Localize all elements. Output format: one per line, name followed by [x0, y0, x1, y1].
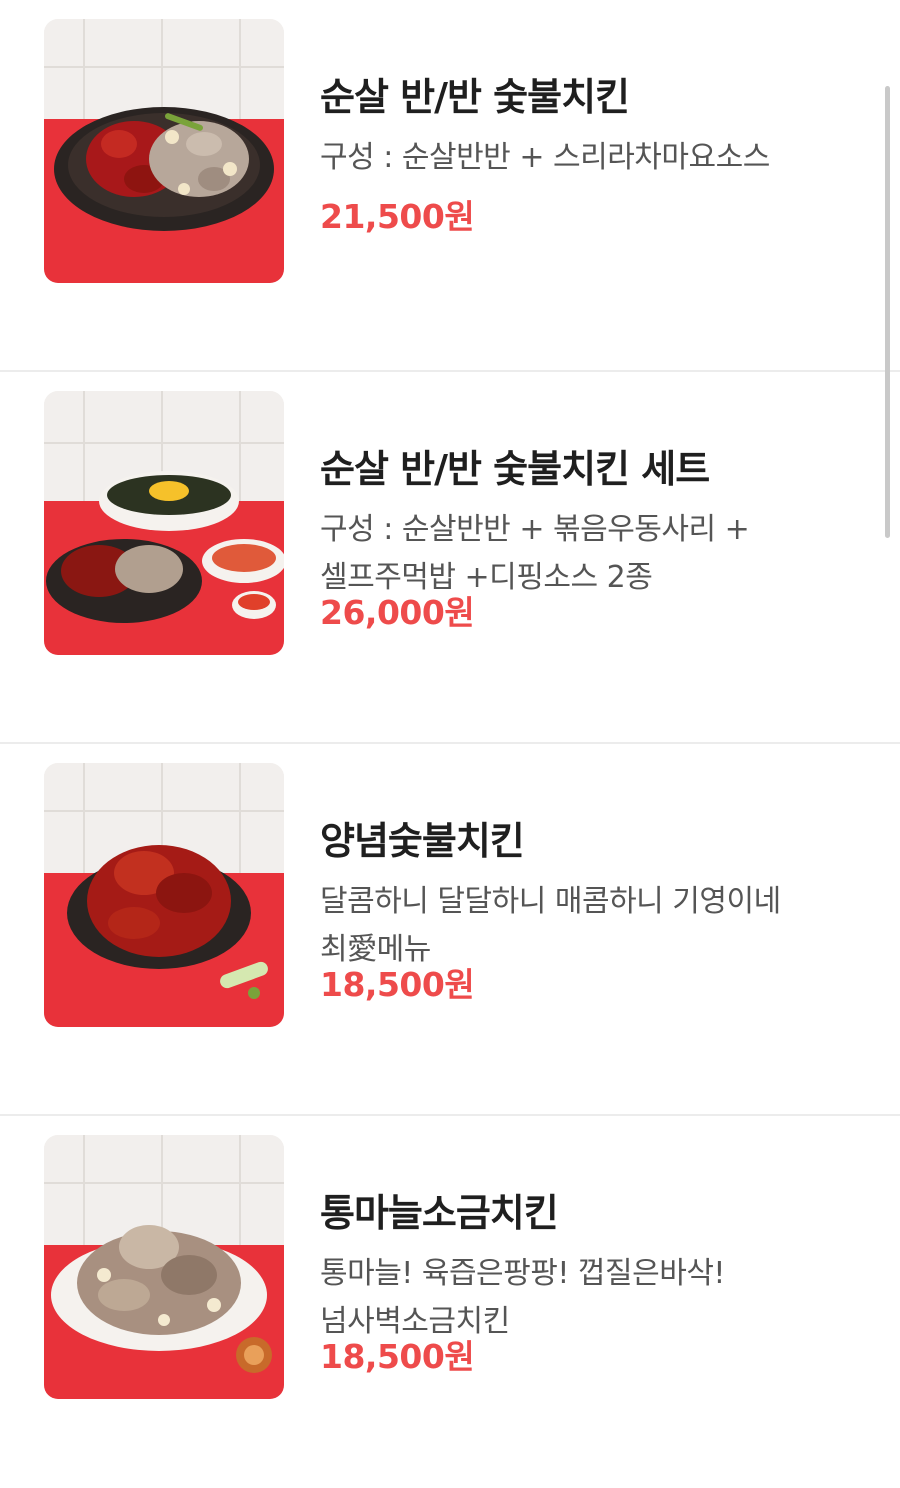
food-photo-garlic-salt-chicken	[44, 1135, 284, 1399]
scrollbar[interactable]	[885, 86, 890, 538]
food-photo-half-half-set	[44, 391, 284, 655]
food-photo-seasoned-chicken	[44, 763, 284, 1027]
menu-item-name: 순살 반/반 숯불치킨	[320, 75, 630, 119]
menu-item-photo[interactable]	[44, 763, 284, 1027]
menu-item-price: 18,500원	[320, 965, 475, 1004]
menu-item-photo[interactable]	[44, 19, 284, 283]
menu-item[interactable]: 통마늘소금치킨 통마늘! 육즙은팡팡! 껍질은바삭! 넘사벽소금치킨 18,50…	[0, 1116, 900, 1488]
menu-item-price: 21,500원	[320, 197, 475, 236]
menu-item-name: 양념숯불치킨	[320, 819, 525, 863]
menu-item-price: 26,000원	[320, 593, 475, 632]
menu-item-name: 통마늘소금치킨	[320, 1191, 559, 1235]
menu-item[interactable]: 순살 반/반 숯불치킨 세트 구성 : 순살반반 + 볶음우동사리 + 셀프주먹…	[0, 372, 900, 744]
menu-item[interactable]: 양념숯불치킨 달콤하니 달달하니 매콤하니 기영이네 최愛메뉴 18,500원	[0, 744, 900, 1116]
menu-item-photo[interactable]	[44, 391, 284, 655]
menu-item-price: 18,500원	[320, 1337, 475, 1376]
menu-item-description: 구성 : 순살반반 + 스리라차마요소스	[320, 140, 770, 175]
menu-item[interactable]: 순살 반/반 숯불치킨 구성 : 순살반반 + 스리라차마요소스 21,500원	[0, 0, 900, 372]
menu-item-name: 순살 반/반 숯불치킨 세트	[320, 447, 710, 491]
menu-item-photo[interactable]	[44, 1135, 284, 1399]
food-photo-half-half-chicken	[44, 19, 284, 283]
